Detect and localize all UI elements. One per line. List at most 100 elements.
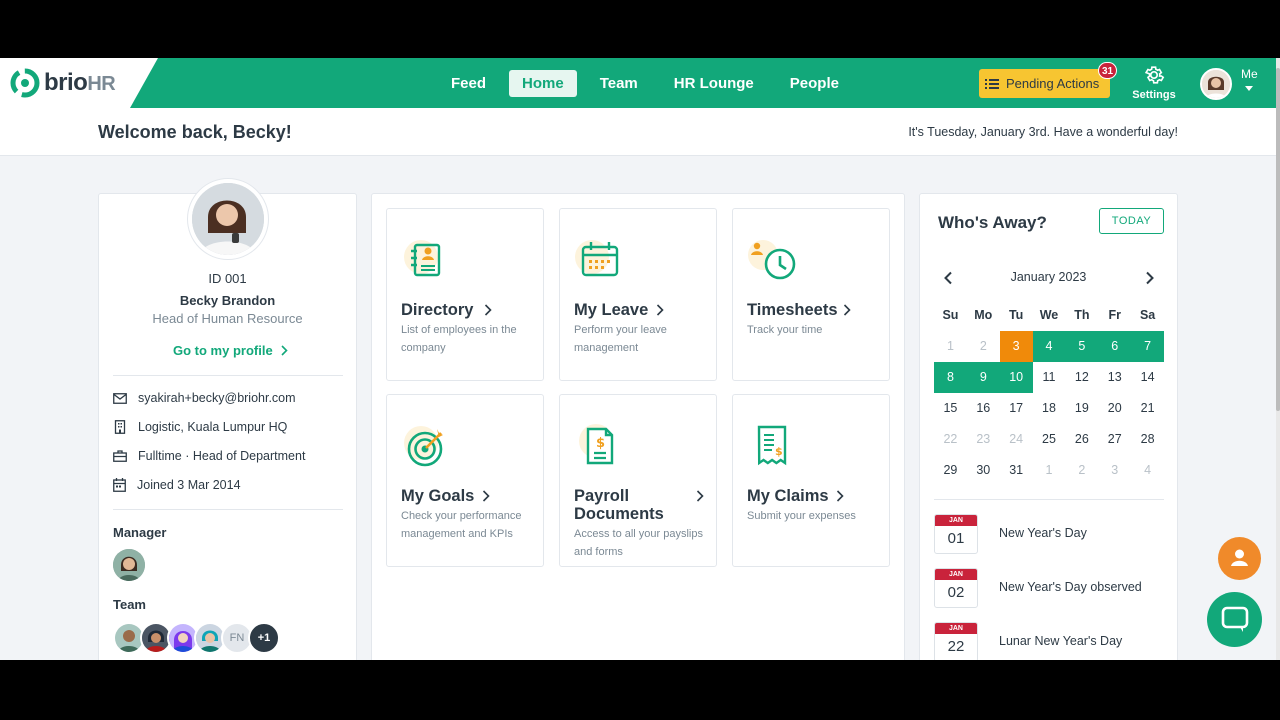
calendar-month-label: January 2023: [1010, 270, 1087, 284]
apps-card: Directory List of employees in the compa…: [371, 193, 905, 660]
main-nav: Feed Home Team HR Lounge People: [438, 70, 862, 97]
chevron-right-icon: [482, 490, 490, 502]
calendar-day[interactable]: 18: [1033, 393, 1066, 424]
calendar-day[interactable]: 1: [1033, 455, 1066, 486]
calendar-day[interactable]: 10: [999, 362, 1033, 393]
calendar-day[interactable]: 14: [1131, 362, 1164, 393]
settings-button[interactable]: Settings: [1131, 64, 1177, 101]
employee-id: ID 001: [208, 271, 247, 286]
calendar-day[interactable]: 27: [1098, 424, 1131, 455]
calendar-weekday: Fr: [1108, 308, 1121, 322]
pending-actions-button[interactable]: Pending Actions: [979, 69, 1110, 98]
calendar-day[interactable]: 22: [934, 424, 967, 455]
calendar-day[interactable]: 3: [999, 331, 1033, 362]
chevron-right-icon: [696, 490, 704, 502]
holiday-month: JAN: [935, 569, 977, 580]
calendar-day[interactable]: 21: [1131, 393, 1164, 424]
welcome-bar: Welcome back, Becky! It's Tuesday, Janua…: [0, 108, 1276, 156]
calendar-day[interactable]: 13: [1098, 362, 1131, 393]
calendar-week-row: 15 16 17 18 19 20 21: [934, 393, 1164, 424]
calendar-day[interactable]: 15: [934, 393, 967, 424]
calendar-day[interactable]: 2: [1065, 455, 1098, 486]
calendar-day[interactable]: 26: [1065, 424, 1098, 455]
calendar-day[interactable]: 9: [966, 362, 1000, 393]
calendar-day[interactable]: 17: [1000, 393, 1033, 424]
calendar-day[interactable]: 20: [1098, 393, 1131, 424]
page-scrollbar[interactable]: [1276, 58, 1280, 660]
calendar-day[interactable]: 12: [1065, 362, 1098, 393]
holiday-day: 22: [947, 638, 965, 655]
holiday-month: JAN: [935, 623, 977, 634]
calendar-day[interactable]: 30: [967, 455, 1000, 486]
calendar-day[interactable]: 16: [967, 393, 1000, 424]
app-tile-my-leave[interactable]: My Leave Perform your leave management: [559, 208, 717, 381]
calendar-day[interactable]: 23: [967, 424, 1000, 455]
nav-team[interactable]: Team: [587, 70, 651, 97]
app-tile-my-claims[interactable]: $ My Claims Submit your expenses: [732, 394, 890, 567]
briohr-logo[interactable]: brioHR: [10, 68, 116, 98]
app-desc-my-claims: Submit your expenses: [747, 510, 856, 522]
nav-feed[interactable]: Feed: [438, 70, 499, 97]
calendar-day[interactable]: 3: [1098, 455, 1131, 486]
calendar-weekday-row: Su Mo Tu We Th Fr Sa: [934, 300, 1164, 331]
app-tile-directory[interactable]: Directory List of employees in the compa…: [386, 208, 544, 381]
calendar-day[interactable]: 5: [1065, 331, 1099, 362]
calendar-day[interactable]: 24: [1000, 424, 1033, 455]
directory-icon: [404, 240, 441, 277]
app-title-my-leave: My Leave: [574, 301, 649, 319]
nav-home[interactable]: Home: [509, 70, 577, 97]
calendar-day[interactable]: 2: [967, 331, 1000, 362]
app-desc-directory: List of employees in the company: [401, 324, 517, 354]
profile-joined-date: Joined 3 Mar 2014: [137, 478, 241, 492]
calendar-day[interactable]: 25: [1033, 424, 1066, 455]
calendar-day[interactable]: 6: [1098, 331, 1132, 362]
calendar-day[interactable]: 31: [1000, 455, 1033, 486]
holiday-month: JAN: [935, 515, 977, 526]
briefcase-icon: [113, 450, 127, 462]
profile-divider: [113, 375, 343, 376]
holiday-divider: [934, 499, 1164, 500]
profile-email: syakirah+becky@briohr.com: [138, 391, 296, 405]
nav-people[interactable]: People: [777, 70, 852, 97]
app-tile-my-goals[interactable]: My Goals Check your performance manageme…: [386, 394, 544, 567]
scrollbar-thumb[interactable]: [1276, 68, 1280, 411]
holiday-date-badge: JAN 22: [934, 622, 978, 660]
app-desc-payroll-documents: Access to all your payslips and forms: [574, 528, 703, 558]
app-title-timesheets: Timesheets: [747, 301, 838, 319]
people-fab-button[interactable]: [1218, 537, 1261, 580]
calendar-day[interactable]: 11: [1033, 362, 1066, 393]
calendar-day[interactable]: 28: [1131, 424, 1164, 455]
chevron-right-icon: [484, 304, 492, 316]
calendar-day[interactable]: 19: [1065, 393, 1098, 424]
chevron-right-icon: [656, 304, 664, 316]
chevron-right-icon[interactable]: [1145, 271, 1155, 285]
app-tile-timesheets[interactable]: Timesheets Track your time: [732, 208, 890, 381]
go-to-profile-link[interactable]: Go to my profile: [173, 343, 288, 358]
calendar-icon: [575, 240, 619, 277]
holiday-item: JAN 01 New Year's Day: [934, 514, 1164, 554]
calendar-day[interactable]: 4: [1131, 455, 1164, 486]
nav-hr-lounge[interactable]: HR Lounge: [661, 70, 767, 97]
team-more-count[interactable]: +1: [248, 622, 280, 654]
svg-text:$: $: [775, 445, 783, 458]
pending-actions-label: Pending Actions: [1006, 76, 1100, 91]
today-button[interactable]: TODAY: [1099, 208, 1164, 234]
chevron-right-icon: [281, 345, 288, 356]
profile-joined-row: Joined 3 Mar 2014: [113, 478, 241, 492]
chat-fab-button[interactable]: [1207, 592, 1262, 647]
chevron-down-icon: [1245, 86, 1253, 91]
calendar-day[interactable]: 7: [1131, 331, 1165, 362]
user-menu[interactable]: Me: [1200, 66, 1266, 102]
profile-location-row: Logistic, Kuala Lumpur HQ: [113, 420, 287, 434]
calendar-day[interactable]: 1: [934, 331, 967, 362]
calendar-week-row: 1234567: [934, 331, 1165, 362]
calendar-small-icon: [113, 478, 126, 492]
app-title-my-claims: My Claims: [747, 487, 829, 505]
holiday-date-badge: JAN 02: [934, 568, 978, 608]
app-tile-payroll-documents[interactable]: $ Payroll Documents Access to all your p…: [559, 394, 717, 567]
calendar-week-row: 8 9 10 11 12 13 14: [934, 362, 1164, 393]
calendar-day[interactable]: 29: [934, 455, 967, 486]
calendar-day[interactable]: 4: [1032, 331, 1066, 362]
calendar-day[interactable]: 8: [934, 362, 967, 393]
manager-avatar[interactable]: [113, 549, 145, 581]
